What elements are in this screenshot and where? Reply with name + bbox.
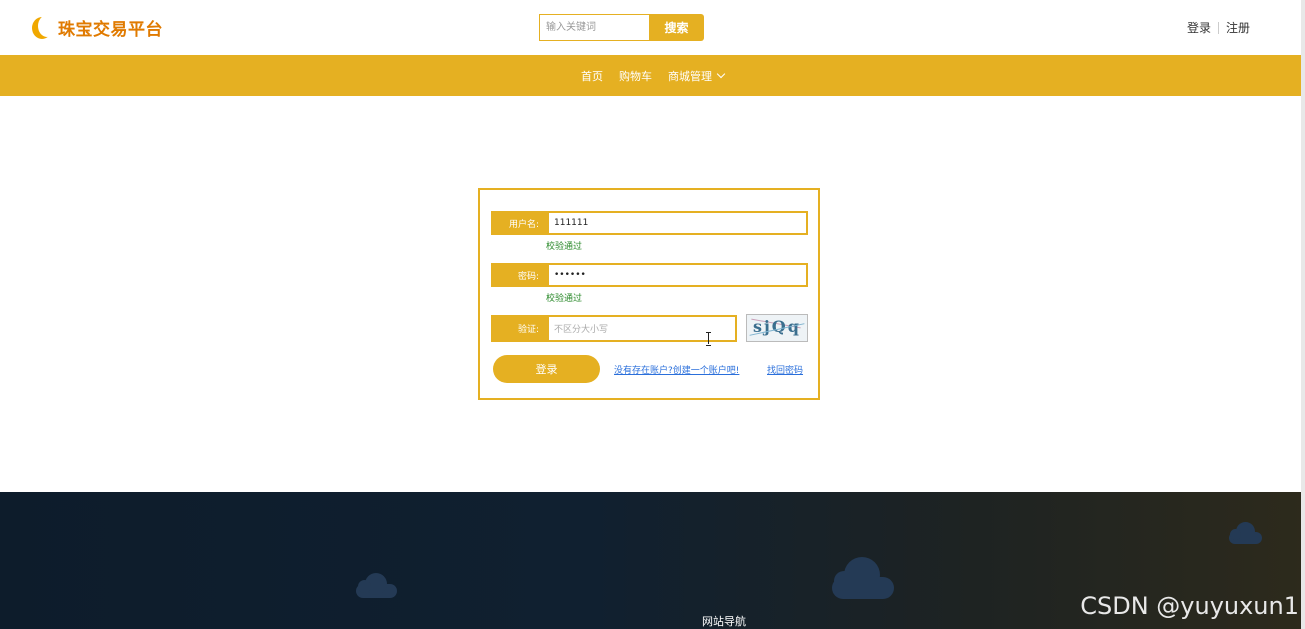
cloud-icon bbox=[832, 557, 894, 599]
site-logo[interactable]: 珠宝交易平台 bbox=[32, 14, 163, 40]
cloud-icon bbox=[1229, 522, 1262, 544]
create-account-link[interactable]: 没有存在账户?创建一个账户吧! bbox=[614, 363, 739, 376]
auth-links: 登录 注册 bbox=[1187, 19, 1250, 36]
watermark: CSDN @yuyuxun1 bbox=[1080, 592, 1299, 620]
username-row: 用户名: 111111 bbox=[491, 211, 808, 235]
text-cursor-icon bbox=[706, 332, 712, 346]
nav-item-label: 商城管理 bbox=[668, 69, 712, 83]
site-header: 珠宝交易平台 搜索 登录 注册 bbox=[0, 0, 1305, 55]
site-footer: 网站导航 CSDN @yuyuxun1 bbox=[0, 492, 1305, 629]
password-hint: 校验通过 bbox=[546, 294, 583, 304]
brand-name: 珠宝交易平台 bbox=[58, 20, 163, 40]
search-button[interactable]: 搜索 bbox=[649, 14, 704, 41]
username-hint: 校验通过 bbox=[546, 242, 583, 252]
site-nav-heading: 网站导航 bbox=[702, 615, 746, 628]
captcha-image[interactable]: sjQq bbox=[746, 314, 808, 342]
forgot-password-link[interactable]: 找回密码 bbox=[767, 363, 803, 376]
cloud-icon bbox=[356, 573, 397, 598]
username-label: 用户名: bbox=[491, 211, 547, 235]
login-link[interactable]: 登录 bbox=[1187, 19, 1211, 36]
search-bar: 搜索 bbox=[539, 14, 704, 41]
main-nav: 首页 购物车 商城管理 bbox=[0, 55, 1305, 96]
captcha-row: 验证: 不区分大小写 bbox=[491, 315, 737, 342]
password-row: 密码: •••••• bbox=[491, 263, 808, 287]
moon-icon bbox=[32, 14, 56, 39]
login-form: 用户名: 111111 校验通过 密码: •••••• 校验通过 验证: 不区分… bbox=[478, 188, 820, 400]
register-link[interactable]: 注册 bbox=[1226, 19, 1250, 36]
scrollbar[interactable] bbox=[1301, 0, 1305, 629]
username-input[interactable]: 111111 bbox=[547, 211, 808, 235]
nav-item-cart[interactable]: 购物车 bbox=[619, 68, 652, 84]
nav-item-mall-admin[interactable]: 商城管理 bbox=[668, 68, 726, 84]
password-label: 密码: bbox=[491, 263, 547, 287]
divider bbox=[1217, 21, 1219, 34]
nav-item-home[interactable]: 首页 bbox=[581, 68, 603, 84]
chevron-down-icon bbox=[716, 69, 726, 79]
captcha-label: 验证: bbox=[491, 315, 547, 342]
search-input[interactable] bbox=[539, 14, 649, 41]
password-input[interactable]: •••••• bbox=[547, 263, 808, 287]
login-button[interactable]: 登录 bbox=[493, 355, 600, 383]
